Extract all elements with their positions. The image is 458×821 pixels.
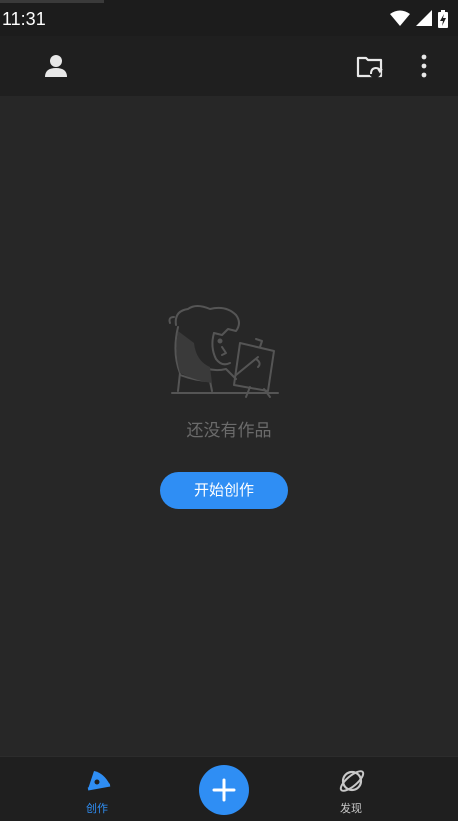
tab-create[interactable]: 创作 xyxy=(52,757,142,821)
profile-icon[interactable] xyxy=(40,50,72,82)
status-icons xyxy=(384,10,448,28)
start-creating-button[interactable]: 开始创作 xyxy=(160,472,288,509)
cloud-folder-sync-icon[interactable] xyxy=(354,50,386,82)
artist-at-easel-illustration xyxy=(166,303,282,399)
plus-icon xyxy=(212,778,236,802)
planet-discover-icon xyxy=(339,770,365,792)
status-bar: 11:31 xyxy=(0,0,458,36)
tab-discover-label: 发现 xyxy=(340,802,362,815)
tab-create-label: 创作 xyxy=(86,802,108,815)
empty-state-message: 还没有作品 xyxy=(186,421,272,441)
pen-create-icon xyxy=(87,771,111,791)
more-vertical-icon[interactable] xyxy=(408,50,440,82)
app-bar xyxy=(0,36,458,96)
tab-discover[interactable]: 发现 xyxy=(306,757,396,821)
wifi-icon xyxy=(390,10,410,26)
cellular-signal-icon xyxy=(416,10,432,26)
battery-icon xyxy=(438,10,448,28)
add-button[interactable] xyxy=(199,765,249,815)
status-time: 11:31 xyxy=(2,9,46,29)
